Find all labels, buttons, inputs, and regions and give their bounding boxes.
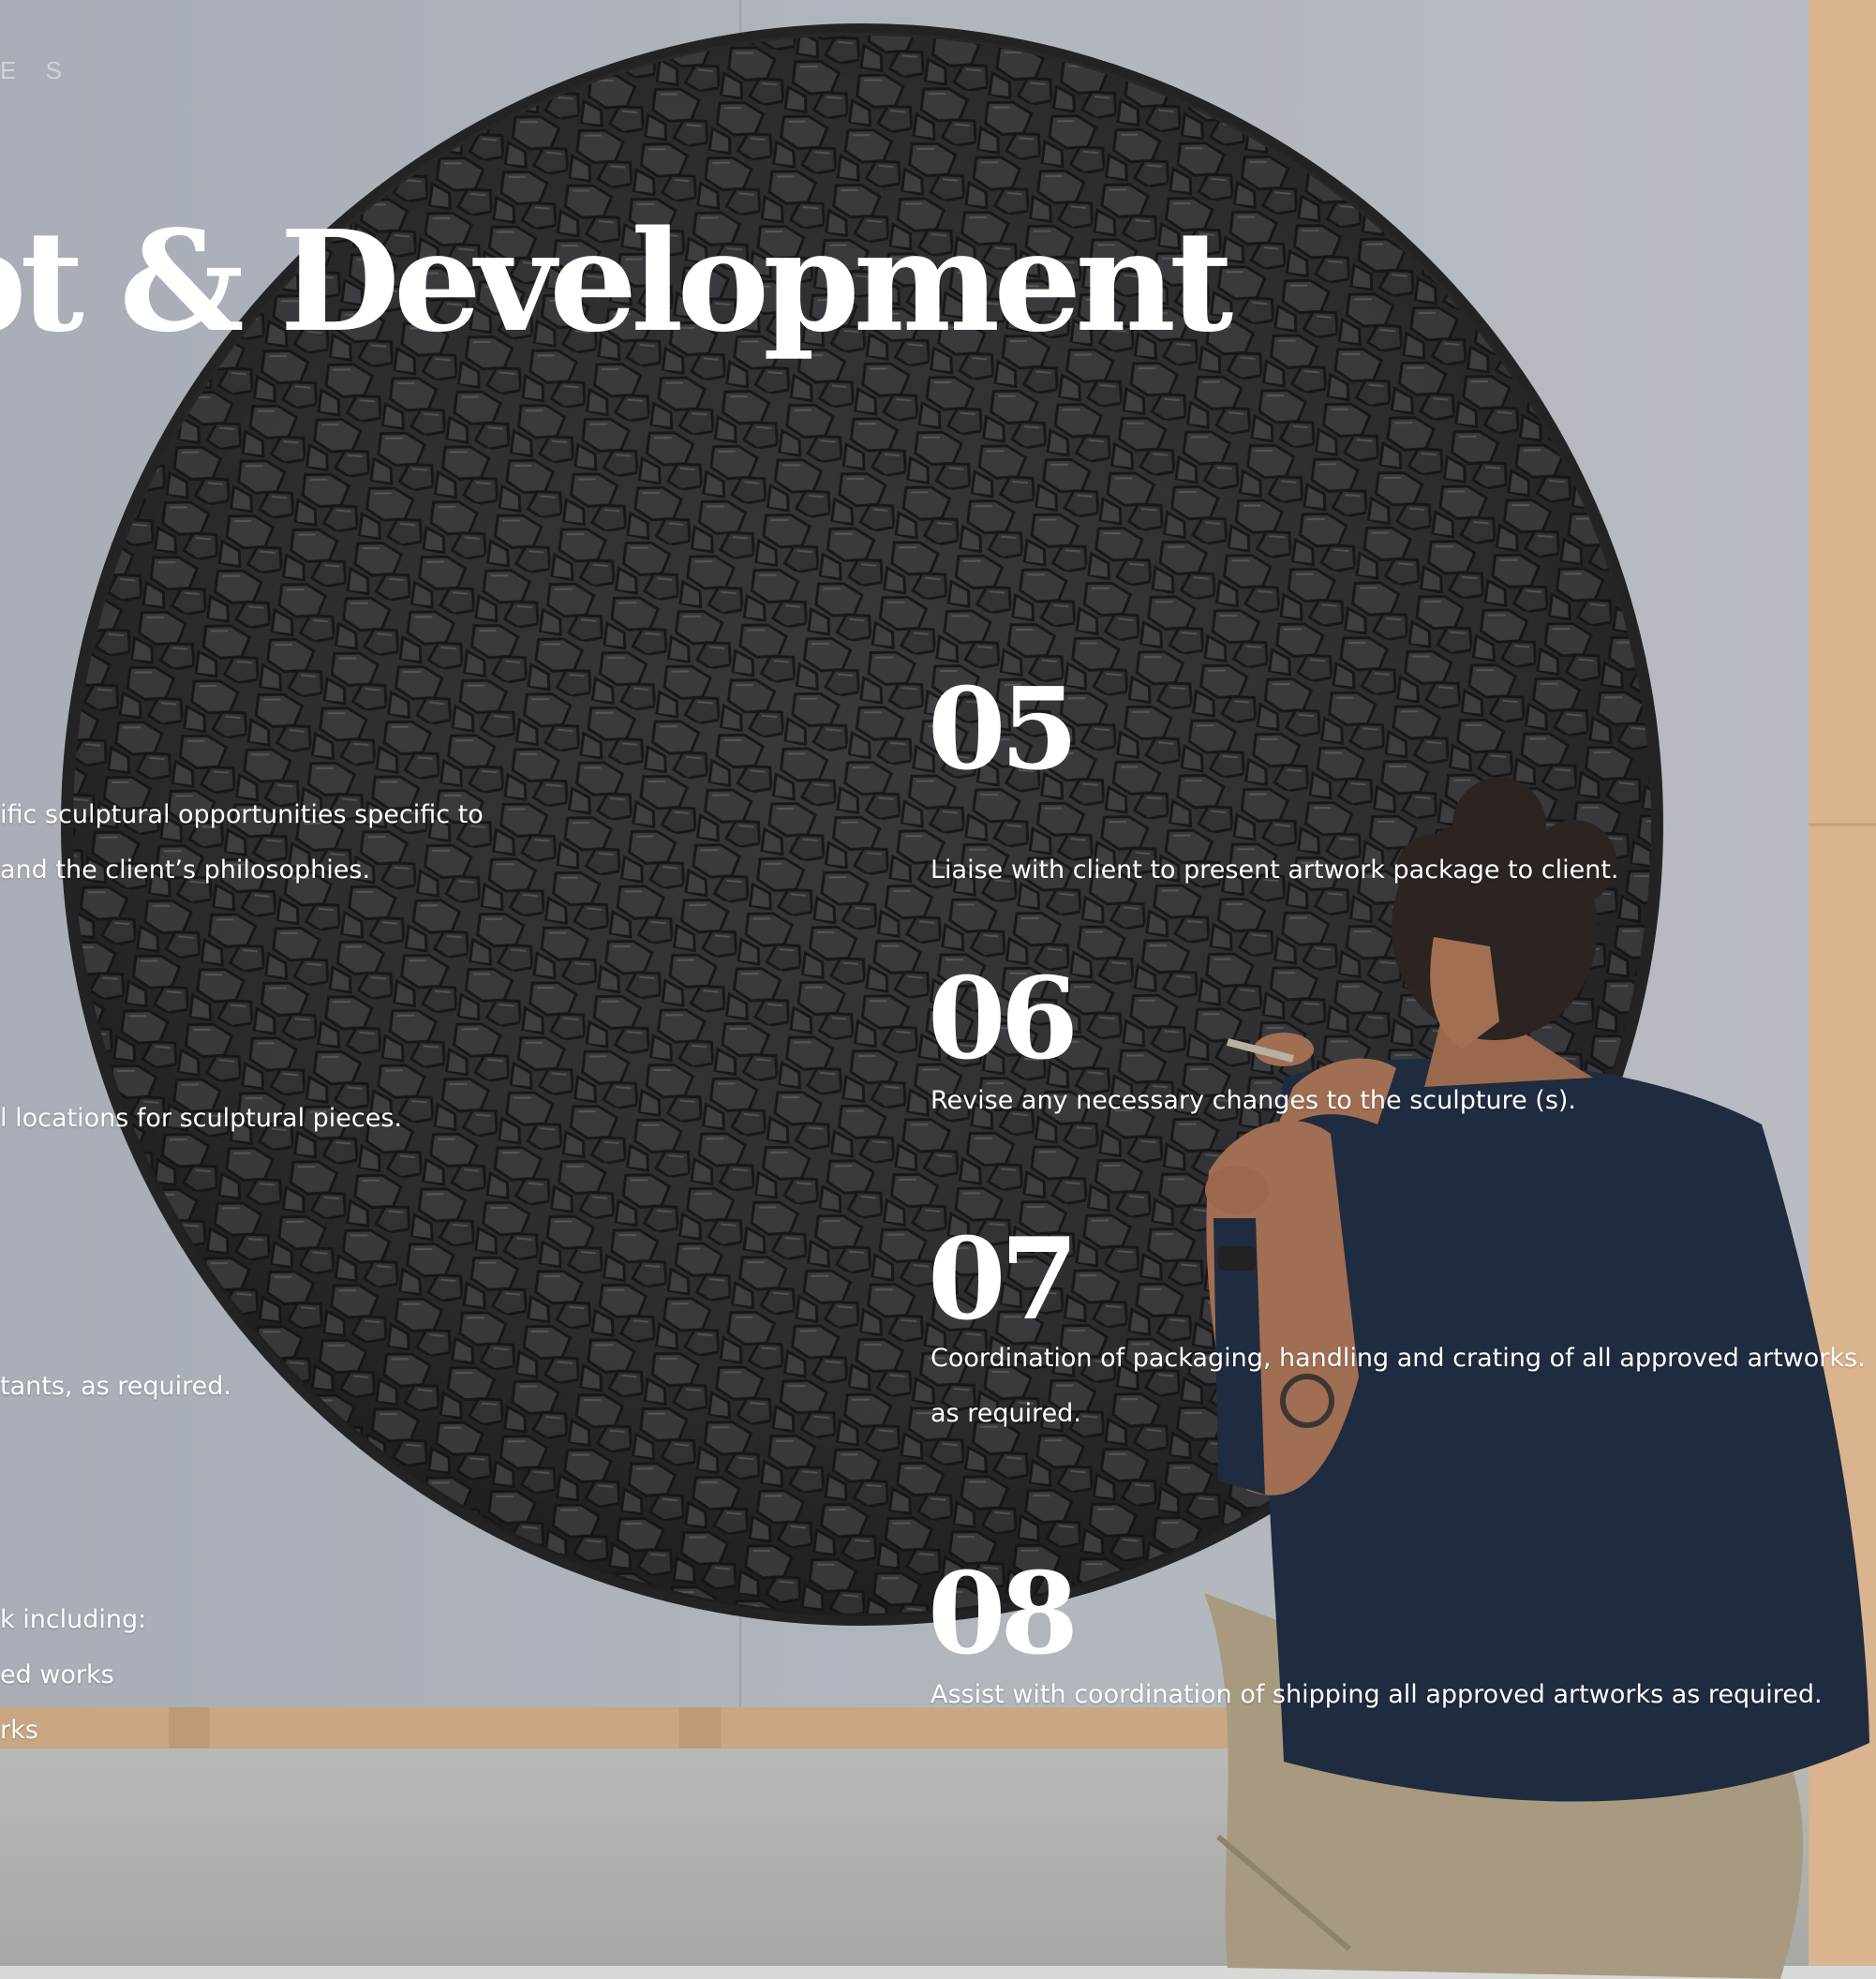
left-text-line-1: ific sculptural opportunities specific t…: [0, 800, 484, 829]
step-text-08: Assist with coordination of shipping all…: [931, 1680, 1823, 1709]
step-text-06: Revise any necessary changes to the scul…: [931, 1086, 1577, 1115]
step-number-05: 05: [928, 663, 1079, 796]
step-text-05: Liaise with client to present artwork pa…: [931, 856, 1619, 885]
left-text-line-6: ed works: [0, 1660, 114, 1689]
page-title: pt & Development: [0, 200, 1233, 363]
step-text-07: Coordination of packaging, handling and …: [931, 1344, 1866, 1373]
left-text-line-5: k including:: [0, 1605, 147, 1634]
left-text-line-3: l locations for sculptural pieces.: [0, 1104, 403, 1133]
section-label: E S: [0, 56, 73, 84]
step-text-07-line-2: as required.: [931, 1399, 1081, 1428]
step-number-06: 06: [928, 953, 1079, 1085]
left-text-line-7: rks: [0, 1716, 38, 1745]
step-number-08: 08: [928, 1548, 1079, 1680]
step-number-07: 07: [928, 1213, 1079, 1346]
left-text-line-2: and the client’s philosophies.: [0, 856, 371, 885]
left-text-line-4: tants, as required.: [0, 1372, 231, 1401]
brochure-page: E S pt & Development ific sculptural opp…: [0, 0, 1876, 1979]
